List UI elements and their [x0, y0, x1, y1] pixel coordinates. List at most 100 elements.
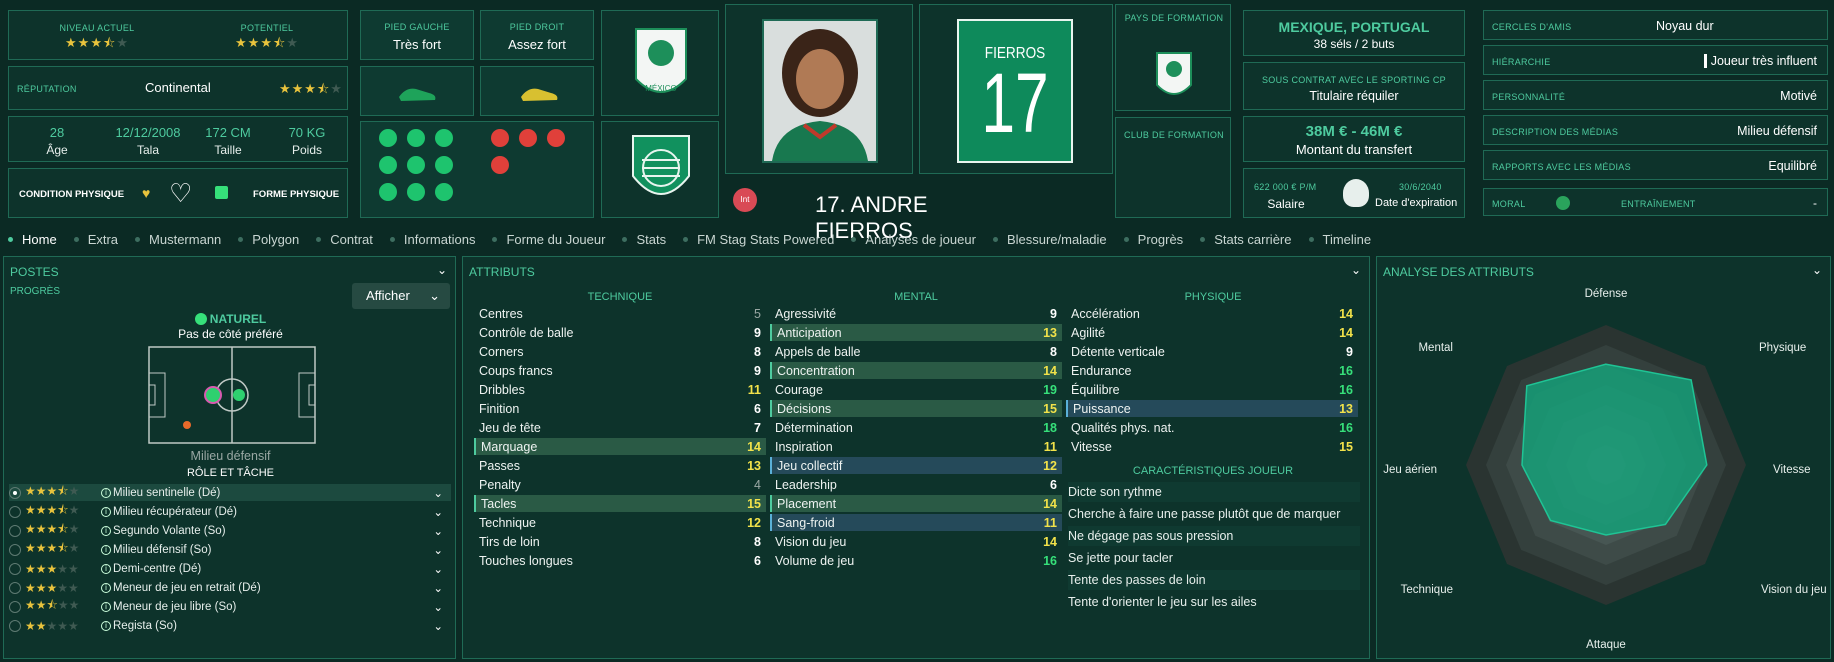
- tab-forme-du-joueur[interactable]: Forme du Joueur: [492, 232, 605, 247]
- tab-home[interactable]: Home: [8, 232, 57, 247]
- chevron-down-icon[interactable]: ⌄: [433, 619, 443, 633]
- attribute-row[interactable]: Courage 19: [770, 381, 1062, 398]
- attribute-row[interactable]: Touches longues 6: [474, 552, 766, 569]
- attribute-row[interactable]: Finition 6: [474, 400, 766, 417]
- attribute-row[interactable]: Jeu collectif 12: [770, 457, 1062, 474]
- player-trait[interactable]: Tente d'orienter le jeu sur les ailes: [1068, 592, 1360, 612]
- attribute-row[interactable]: Détente verticale 9: [1066, 343, 1358, 360]
- tab-analyses-de-joueur[interactable]: Analyses de joueur: [851, 232, 976, 247]
- tab-blessure-maladie[interactable]: Blessure/maladie: [992, 232, 1107, 247]
- chevron-down-icon[interactable]: ⌄: [433, 600, 443, 614]
- attribute-row[interactable]: Anticipation 13: [770, 324, 1062, 341]
- trait-icon[interactable]: [407, 156, 425, 174]
- attribute-row[interactable]: Volume de jeu 16: [770, 552, 1062, 569]
- chevron-down-icon[interactable]: ⌄: [1351, 263, 1361, 277]
- tab-informations[interactable]: Informations: [389, 232, 475, 247]
- attribute-row[interactable]: Dribbles 11: [474, 381, 766, 398]
- tab-fm-stag-stats-powered[interactable]: FM Stag Stats Powered: [683, 232, 834, 247]
- attribute-row[interactable]: Sang-froid 11: [770, 514, 1062, 531]
- role-radio[interactable]: [9, 619, 21, 632]
- role-row[interactable]: ★★★★★ i Regista (Sо) ⌄: [9, 617, 451, 634]
- role-row[interactable]: ★★★★★ i Demi-centre (Dé) ⌄: [9, 560, 451, 577]
- trait-icon[interactable]: [379, 129, 397, 147]
- role-row[interactable]: ★★★⯪★ i Milieu sentinelle (Dé) ⌄: [9, 484, 451, 501]
- attribute-row[interactable]: Corners 8: [474, 343, 766, 360]
- attribute-row[interactable]: Équilibre 16: [1066, 381, 1358, 398]
- attribute-row[interactable]: Concentration 14: [770, 362, 1062, 379]
- position-marker[interactable]: [233, 389, 245, 401]
- role-radio[interactable]: [9, 562, 21, 575]
- trait-icon[interactable]: [435, 183, 453, 201]
- chevron-down-icon[interactable]: ⌄: [433, 562, 443, 576]
- tab-polygon[interactable]: Polygon: [238, 232, 299, 247]
- tab-contrat[interactable]: Contrat: [316, 232, 373, 247]
- trait-icon[interactable]: [491, 129, 509, 147]
- attribute-row[interactable]: Marquage 14: [474, 438, 766, 455]
- role-row[interactable]: ★★★⯪★ i Segundo Volante (Sо) ⌄: [9, 522, 451, 539]
- chevron-down-icon[interactable]: ⌄: [437, 263, 447, 277]
- chevron-down-icon[interactable]: ⌄: [433, 486, 443, 500]
- attribute-row[interactable]: Agressivité 9: [770, 305, 1062, 322]
- attribute-row[interactable]: Détermination 18: [770, 419, 1062, 436]
- role-radio[interactable]: [9, 486, 21, 499]
- trait-icon[interactable]: [407, 183, 425, 201]
- role-row[interactable]: ★★★⯪★ i Milieu récupérateur (Dé) ⌄: [9, 503, 451, 520]
- trait-icon[interactable]: [379, 156, 397, 174]
- player-trait[interactable]: Cherche à faire une passe plutôt que de …: [1068, 504, 1360, 524]
- attribute-row[interactable]: Jeu de tête 7: [474, 419, 766, 436]
- attribute-row[interactable]: Décisions 15: [770, 400, 1062, 417]
- trait-icon[interactable]: [547, 129, 565, 147]
- role-radio[interactable]: [9, 600, 21, 613]
- attribute-row[interactable]: Technique 12: [474, 514, 766, 531]
- role-radio[interactable]: [9, 581, 21, 594]
- trait-icon[interactable]: [379, 183, 397, 201]
- role-row[interactable]: ★★★⯪★ i Milieu défensif (Sо) ⌄: [9, 541, 451, 558]
- attribute-row[interactable]: Vision du jeu 14: [770, 533, 1062, 550]
- attribute-row[interactable]: Tacles 15: [474, 495, 766, 512]
- attribute-row[interactable]: Endurance 16: [1066, 362, 1358, 379]
- trait-icon[interactable]: [435, 129, 453, 147]
- progres-link[interactable]: PROGRÈS: [10, 286, 60, 297]
- afficher-dropdown[interactable]: Afficher ⌄: [352, 283, 450, 309]
- player-trait[interactable]: Se jette pour tacler: [1068, 548, 1360, 568]
- chevron-down-icon[interactable]: ⌄: [433, 581, 443, 595]
- tab-stats[interactable]: Stats: [622, 232, 666, 247]
- attribute-row[interactable]: Tirs de loin 8: [474, 533, 766, 550]
- trait-icon[interactable]: [491, 156, 509, 174]
- attribute-row[interactable]: Accélération 14: [1066, 305, 1358, 322]
- attribute-row[interactable]: Appels de balle 8: [770, 343, 1062, 360]
- chevron-down-icon[interactable]: ⌄: [433, 524, 443, 538]
- role-row[interactable]: ★★⯪★★ i Meneur de jeu libre (Sо) ⌄: [9, 598, 451, 615]
- attribute-row[interactable]: Inspiration 11: [770, 438, 1062, 455]
- role-row[interactable]: ★★★★★ i Meneur de jeu en retrait (Dé) ⌄: [9, 579, 451, 596]
- attribute-row[interactable]: Contrôle de balle 9: [474, 324, 766, 341]
- tab-mustermann[interactable]: Mustermann: [135, 232, 221, 247]
- attribute-row[interactable]: Centres 5: [474, 305, 766, 322]
- trait-icon[interactable]: [519, 129, 537, 147]
- chevron-down-icon[interactable]: ⌄: [433, 505, 443, 519]
- tab-timeline[interactable]: Timeline: [1308, 232, 1371, 247]
- natural-position-marker[interactable]: [204, 386, 222, 404]
- trait-icon[interactable]: [435, 156, 453, 174]
- attribute-row[interactable]: Placement 14: [770, 495, 1062, 512]
- position-marker[interactable]: [183, 421, 191, 429]
- role-radio[interactable]: [9, 524, 21, 537]
- chevron-down-icon[interactable]: ⌄: [433, 543, 443, 557]
- tab-progr-s[interactable]: Progrès: [1123, 232, 1183, 247]
- tab-stats-carri-re[interactable]: Stats carrière: [1200, 232, 1292, 247]
- attribute-row[interactable]: Passes 13: [474, 457, 766, 474]
- role-radio[interactable]: [9, 543, 21, 556]
- player-trait[interactable]: Dicte son rythme: [1068, 482, 1360, 502]
- attribute-row[interactable]: Coups francs 9: [474, 362, 766, 379]
- role-radio[interactable]: [9, 505, 21, 518]
- tab-extra[interactable]: Extra: [73, 232, 118, 247]
- attribute-row[interactable]: Leadership 6: [770, 476, 1062, 493]
- attribute-row[interactable]: Qualités phys. nat. 16: [1066, 419, 1358, 436]
- player-trait[interactable]: Ne dégage pas sous pression: [1068, 526, 1360, 546]
- attribute-row[interactable]: Penalty 4: [474, 476, 766, 493]
- player-trait[interactable]: Tente des passes de loin: [1068, 570, 1360, 590]
- attribute-row[interactable]: Agilité 14: [1066, 324, 1358, 341]
- attribute-row[interactable]: Vitesse 15: [1066, 438, 1358, 455]
- trait-icon[interactable]: [407, 129, 425, 147]
- attribute-row[interactable]: Puissance 13: [1066, 400, 1358, 417]
